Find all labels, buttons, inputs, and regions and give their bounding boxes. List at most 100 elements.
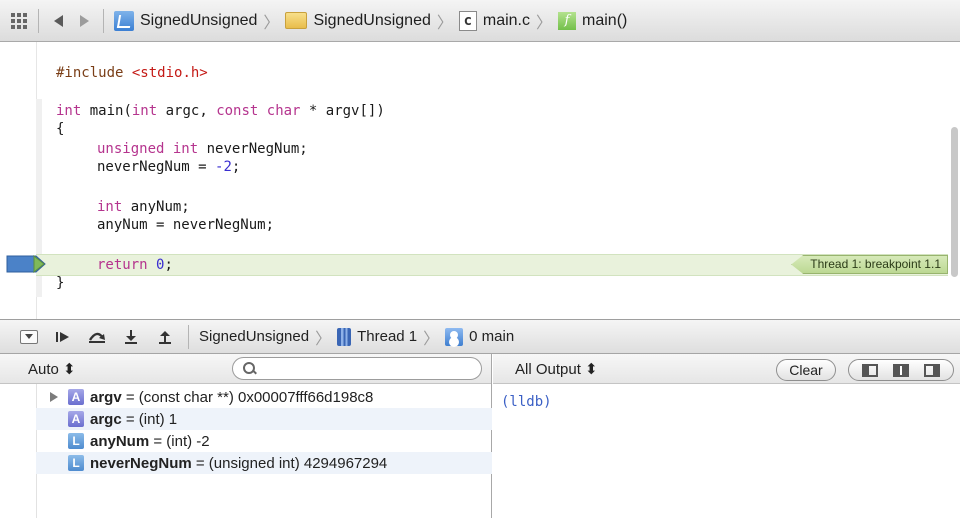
include-directive: #include xyxy=(56,65,124,81)
argument-icon: A xyxy=(68,389,84,405)
variable-text: anyNum = (int) -2 xyxy=(90,433,210,450)
variables-view: Auto ⬍ A argv = (const char **) 0x00007f… xyxy=(0,354,492,518)
code-text-segment: main( xyxy=(81,103,132,119)
keyword: return xyxy=(97,257,148,273)
stack-frame-icon xyxy=(445,327,464,346)
console-view[interactable]: All Output ⬍ Clear (lldb) xyxy=(493,354,960,518)
code-line: anyNum = neverNegNum; xyxy=(97,217,275,233)
code-line: } xyxy=(56,275,65,291)
jump-bar: SignedUnsigned 〉 SignedUnsigned 〉 c main… xyxy=(0,0,960,42)
debug-breadcrumb-thread[interactable]: Thread 1 xyxy=(333,327,421,346)
continue-button[interactable] xyxy=(46,323,80,351)
variables-list: A argv = (const char **) 0x00007fff66d19… xyxy=(36,386,492,474)
chevron-right-icon: 〉 xyxy=(536,14,553,32)
breadcrumb-function-label: main() xyxy=(582,11,628,29)
disclosure-triangle-icon[interactable] xyxy=(50,392,58,402)
editor-scrollbar[interactable] xyxy=(951,127,958,277)
variable-row[interactable]: A argv = (const char **) 0x00007fff66d19… xyxy=(36,386,492,408)
forward-arrow-icon xyxy=(79,14,89,27)
divider xyxy=(188,324,189,349)
variable-value: = (int) 1 xyxy=(121,410,178,428)
code-text-segment: * argv[]) xyxy=(300,103,385,119)
include-header: <stdio.h> xyxy=(131,65,208,81)
local-variable-icon: L xyxy=(68,433,84,449)
variable-name: argc xyxy=(90,410,122,428)
grid-icon xyxy=(11,12,27,29)
step-over-button[interactable] xyxy=(80,323,114,351)
forward-button[interactable] xyxy=(71,6,97,36)
source-editor[interactable]: #include <stdio.h> int main(int argc, co… xyxy=(0,42,960,320)
debug-frame-label: 0 main xyxy=(469,328,515,345)
breadcrumb-file-label: main.c xyxy=(482,11,530,29)
divider xyxy=(103,8,104,33)
back-button[interactable] xyxy=(45,6,71,36)
code-text-segment: argc, xyxy=(157,103,217,119)
debug-breadcrumb-frame[interactable]: 0 main xyxy=(441,327,518,346)
function-icon: f xyxy=(558,11,577,30)
step-out-button[interactable] xyxy=(148,323,182,351)
debug-breadcrumb-process[interactable]: SignedUnsigned xyxy=(195,328,313,345)
folder-icon xyxy=(285,12,308,29)
variable-row[interactable]: L neverNegNum = (unsigned int) 429496729… xyxy=(36,452,492,474)
show-variables-only-icon[interactable] xyxy=(862,363,879,377)
argument-icon: A xyxy=(68,411,84,427)
console-header: All Output ⬍ Clear xyxy=(493,354,960,384)
debug-process-label: SignedUnsigned xyxy=(199,328,310,345)
code-line: int main(int argc, const char * argv[]) xyxy=(56,102,385,120)
variable-value: = (const char **) 0x00007fff66d198c8 xyxy=(121,388,374,406)
chevron-right-icon: 〉 xyxy=(423,330,440,348)
variable-name: neverNegNum xyxy=(90,454,192,472)
scope-popup[interactable]: Auto ⬍ xyxy=(28,360,76,378)
keyword: int xyxy=(97,199,123,215)
code-line: unsigned int neverNegNum; xyxy=(97,140,308,158)
back-arrow-icon xyxy=(53,14,63,27)
variable-text: argc = (int) 1 xyxy=(90,411,177,428)
output-filter-popup[interactable]: All Output ⬍ xyxy=(515,360,598,378)
show-console-only-icon[interactable] xyxy=(923,363,940,377)
hide-debug-area-button[interactable] xyxy=(12,323,46,351)
variable-row[interactable]: L anyNum = (int) -2 xyxy=(36,430,492,452)
number-literal: -2 xyxy=(215,159,232,175)
keyword: int xyxy=(131,103,158,119)
code-line: neverNegNum = -2; xyxy=(97,158,240,176)
local-variable-icon: L xyxy=(68,455,84,471)
step-over-icon xyxy=(88,332,105,343)
breadcrumb-project-label: SignedUnsigned xyxy=(140,11,258,29)
code-text-segment: neverNegNum; xyxy=(198,141,308,157)
breadcrumb-project[interactable]: SignedUnsigned xyxy=(110,10,261,31)
c-file-icon: c xyxy=(458,10,477,31)
keyword: unsigned int xyxy=(97,141,199,157)
code-line: #include <stdio.h> xyxy=(56,64,208,82)
search-icon xyxy=(243,361,257,376)
code-text-segment: anyNum; xyxy=(122,199,190,215)
code-line-current: return 0; xyxy=(97,256,173,274)
keyword: int xyxy=(56,103,82,119)
step-into-button[interactable] xyxy=(114,323,148,351)
breadcrumb-file[interactable]: c main.c xyxy=(455,10,534,31)
code-line: { xyxy=(56,121,65,137)
console-prompt: (lldb) xyxy=(501,394,552,410)
code-text-segment: neverNegNum = xyxy=(97,159,216,175)
breakpoint-marker[interactable] xyxy=(6,255,46,273)
variable-value: = (int) -2 xyxy=(149,432,210,450)
variable-name: anyNum xyxy=(90,432,150,450)
variable-row[interactable]: A argc = (int) 1 xyxy=(36,408,492,430)
continue-icon xyxy=(56,331,69,342)
breadcrumb-group-label: SignedUnsigned xyxy=(313,11,431,29)
thread-icon xyxy=(337,327,352,346)
show-both-panes-icon[interactable] xyxy=(892,363,909,377)
code-text-segment: ; xyxy=(164,257,173,273)
project-icon xyxy=(114,10,134,31)
toggle-panel-icon xyxy=(20,329,38,344)
clear-console-button[interactable]: Clear xyxy=(776,359,836,381)
view-mode-segmented-control xyxy=(848,359,954,381)
divider xyxy=(38,8,39,33)
keyword: const char xyxy=(216,103,301,119)
related-items-button[interactable] xyxy=(6,6,32,36)
step-out-icon xyxy=(159,330,171,344)
variables-header: Auto ⬍ xyxy=(0,354,491,384)
variables-search-input[interactable] xyxy=(232,357,482,380)
breadcrumb-function[interactable]: f main() xyxy=(554,11,631,30)
thread-breakpoint-badge[interactable]: Thread 1: breakpoint 1.1 xyxy=(791,255,948,274)
breadcrumb-group[interactable]: SignedUnsigned xyxy=(281,12,434,30)
